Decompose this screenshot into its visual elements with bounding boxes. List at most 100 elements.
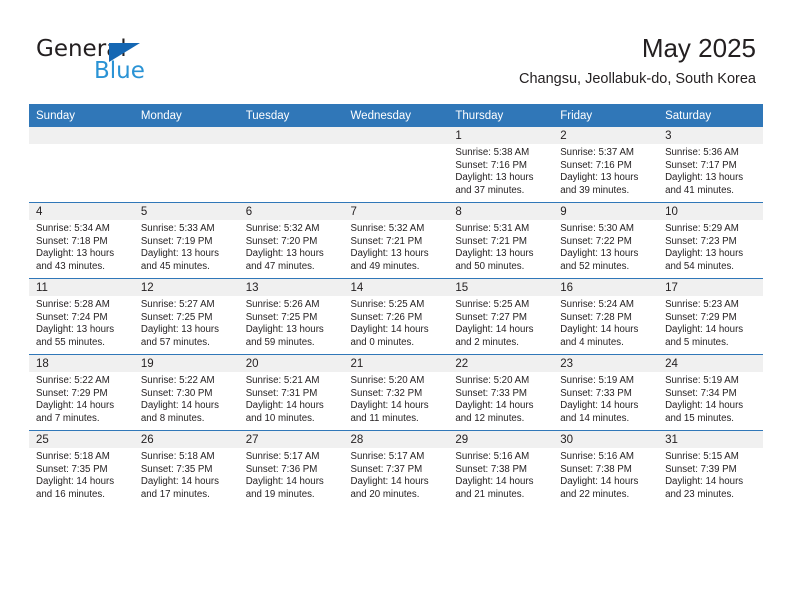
weekday-header-saturday: Saturday — [658, 104, 763, 127]
calendar-day-cell[interactable]: 29 Sunrise: 5:16 AM Sunset: 7:38 PM Dayligh… — [448, 430, 554, 506]
sunrise-time: Sunrise: 5:27 AM — [140, 299, 215, 310]
day-number: 6 — [238, 203, 344, 220]
calendar-day-cell[interactable]: 12 Sunrise: 5:27 AM Sunset: 7:25 PM Dayligh… — [133, 278, 239, 355]
calendar-week-row: 1 Sunrise: 5:38 AM Sunset: 7:16 PM Daylight… — [29, 127, 763, 203]
sunset-time: Sunset: 7:37 PM — [350, 463, 423, 475]
calendar-day-cell[interactable]: 9 Sunrise: 5:30 AM Sunset: 7:22 PM Daylight… — [553, 202, 659, 279]
calendar-day-cell[interactable]: 30 Sunrise: 5:16 AM Sunset: 7:38 PM Dayligh… — [553, 430, 659, 506]
calendar-day-cell[interactable]: 20 Sunrise: 5:21 AM Sunset: 7:31 PM Dayligh… — [238, 354, 344, 431]
day-number — [133, 127, 239, 144]
calendar-day-cell[interactable]: 26 Sunrise: 5:18 AM Sunset: 7:35 PM Dayligh… — [133, 430, 239, 506]
calendar-cell-empty — [133, 127, 239, 203]
logo-text-blue: Blue — [94, 58, 145, 84]
daylight-duration-line1: Daylight: 14 hours — [455, 476, 534, 488]
day-number — [238, 127, 344, 144]
daylight-duration-line1: Daylight: 14 hours — [140, 476, 219, 488]
day-number: 5 — [133, 203, 239, 220]
calendar-day-cell[interactable]: 21 Sunrise: 5:20 AM Sunset: 7:32 PM Dayligh… — [343, 354, 449, 431]
sunset-time: Sunset: 7:34 PM — [665, 387, 737, 399]
day-number: 15 — [448, 279, 554, 296]
day-details: Sunrise: 5:30 AM Sunset: 7:22 PM Daylight:… — [553, 220, 658, 273]
sunrise-time: Sunrise: 5:28 AM — [36, 299, 110, 310]
title-block: May 2025 Changsu, Jeollabuk-do, South Ko… — [519, 32, 756, 88]
calendar-day-cell[interactable]: 15 Sunrise: 5:25 AM Sunset: 7:27 PM Dayligh… — [448, 278, 554, 355]
day-number — [29, 127, 134, 144]
day-number: 23 — [553, 355, 659, 372]
calendar-day-cell[interactable]: 7 Sunrise: 5:32 AM Sunset: 7:21 PM Daylight… — [343, 202, 449, 279]
day-details: Sunrise: 5:32 AM Sunset: 7:21 PM Daylight:… — [344, 220, 449, 273]
day-details: Sunrise: 5:37 AM Sunset: 7:16 PM Daylight:… — [553, 144, 658, 197]
daylight-duration-line2: and 23 minutes. — [665, 488, 734, 500]
sunrise-time: Sunrise: 5:31 AM — [455, 223, 530, 234]
day-number: 27 — [238, 431, 344, 448]
calendar-day-cell[interactable]: 22 Sunrise: 5:20 AM Sunset: 7:33 PM Dayligh… — [448, 354, 554, 431]
sunrise-time: Sunrise: 5:34 AM — [36, 223, 110, 234]
calendar-week-row: 18 Sunrise: 5:22 AM Sunset: 7:29 PM Dayligh… — [29, 354, 763, 431]
calendar-day-cell[interactable]: 1 Sunrise: 5:38 AM Sunset: 7:16 PM Daylight… — [448, 127, 554, 203]
weekday-header-row: Sunday Monday Tuesday Wednesday Thursday… — [29, 104, 763, 127]
calendar-day-cell[interactable]: 4 Sunrise: 5:34 AM Sunset: 7:18 PM Daylight… — [29, 202, 134, 279]
daylight-duration-line1: Daylight: 14 hours — [560, 324, 639, 336]
calendar-page: General Blue May 2025 Changsu, Jeollabuk… — [0, 0, 792, 612]
daylight-duration-line2: and 52 minutes. — [560, 260, 630, 272]
general-blue-logo[interactable]: General Blue — [36, 36, 216, 88]
daylight-duration-line1: Daylight: 13 hours — [245, 324, 324, 336]
daylight-duration-line1: Daylight: 13 hours — [140, 248, 219, 260]
calendar-day-cell[interactable]: 13 Sunrise: 5:26 AM Sunset: 7:25 PM Dayligh… — [238, 278, 344, 355]
calendar-day-cell[interactable]: 14 Sunrise: 5:25 AM Sunset: 7:26 PM Dayligh… — [343, 278, 449, 355]
calendar-day-cell[interactable]: 24 Sunrise: 5:19 AM Sunset: 7:34 PM Dayligh… — [658, 354, 763, 431]
day-number: 24 — [658, 355, 763, 372]
calendar-day-cell[interactable]: 3 Sunrise: 5:36 AM Sunset: 7:17 PM Daylight… — [658, 127, 763, 203]
daylight-duration-line1: Daylight: 13 hours — [455, 248, 534, 260]
day-number: 16 — [553, 279, 659, 296]
daylight-duration-line1: Daylight: 13 hours — [350, 248, 429, 260]
daylight-duration-line1: Daylight: 13 hours — [560, 172, 639, 184]
daylight-duration-line1: Daylight: 14 hours — [350, 400, 429, 412]
day-number: 14 — [343, 279, 449, 296]
sunset-time: Sunset: 7:20 PM — [245, 235, 318, 247]
calendar-day-cell[interactable]: 11 Sunrise: 5:28 AM Sunset: 7:24 PM Dayligh… — [29, 278, 134, 355]
calendar-day-cell[interactable]: 27 Sunrise: 5:17 AM Sunset: 7:36 PM Dayligh… — [238, 430, 344, 506]
sunrise-time: Sunrise: 5:38 AM — [455, 147, 530, 158]
calendar-day-cell[interactable]: 5 Sunrise: 5:33 AM Sunset: 7:19 PM Daylight… — [133, 202, 239, 279]
sunset-time: Sunset: 7:29 PM — [665, 311, 737, 323]
sunrise-time: Sunrise: 5:32 AM — [245, 223, 320, 234]
calendar-day-cell[interactable]: 19 Sunrise: 5:22 AM Sunset: 7:30 PM Dayligh… — [133, 354, 239, 431]
day-number: 19 — [133, 355, 239, 372]
day-number: 1 — [448, 127, 554, 144]
calendar-day-cell[interactable]: 2 Sunrise: 5:37 AM Sunset: 7:16 PM Daylight… — [553, 127, 659, 203]
calendar-day-cell[interactable]: 25 Sunrise: 5:18 AM Sunset: 7:35 PM Dayligh… — [29, 430, 134, 506]
day-details: Sunrise: 5:26 AM Sunset: 7:25 PM Daylight:… — [239, 296, 344, 349]
daylight-duration-line2: and 12 minutes. — [455, 412, 525, 424]
sunrise-time: Sunrise: 5:33 AM — [140, 223, 215, 234]
day-details: Sunrise: 5:32 AM Sunset: 7:20 PM Daylight:… — [239, 220, 344, 273]
day-details: Sunrise: 5:33 AM Sunset: 7:19 PM Daylight:… — [134, 220, 239, 273]
daylight-duration-line2: and 50 minutes. — [455, 260, 525, 272]
calendar-day-cell[interactable]: 28 Sunrise: 5:17 AM Sunset: 7:37 PM Dayligh… — [343, 430, 449, 506]
sunrise-time: Sunrise: 5:22 AM — [36, 375, 110, 386]
calendar-day-cell[interactable]: 31 Sunrise: 5:15 AM Sunset: 7:39 PM Dayligh… — [658, 430, 763, 506]
calendar-day-cell[interactable]: 17 Sunrise: 5:23 AM Sunset: 7:29 PM Dayligh… — [658, 278, 763, 355]
sunrise-time: Sunrise: 5:24 AM — [560, 299, 634, 310]
sunset-time: Sunset: 7:30 PM — [140, 387, 213, 399]
daylight-duration-line2: and 15 minutes. — [665, 412, 734, 424]
sunrise-time: Sunrise: 5:15 AM — [665, 451, 739, 462]
day-details: Sunrise: 5:16 AM Sunset: 7:38 PM Daylight:… — [553, 448, 658, 501]
calendar-day-cell[interactable]: 18 Sunrise: 5:22 AM Sunset: 7:29 PM Dayligh… — [29, 354, 134, 431]
daylight-duration-line2: and 8 minutes. — [140, 412, 205, 424]
daylight-duration-line1: Daylight: 13 hours — [455, 172, 534, 184]
day-details: Sunrise: 5:18 AM Sunset: 7:35 PM Daylight:… — [29, 448, 134, 501]
calendar-day-cell[interactable]: 16 Sunrise: 5:24 AM Sunset: 7:28 PM Dayligh… — [553, 278, 659, 355]
day-number: 8 — [448, 203, 554, 220]
sunset-time: Sunset: 7:21 PM — [350, 235, 423, 247]
sunrise-time: Sunrise: 5:22 AM — [140, 375, 215, 386]
day-details: Sunrise: 5:38 AM Sunset: 7:16 PM Daylight:… — [448, 144, 553, 197]
day-number: 18 — [29, 355, 134, 372]
calendar-day-cell[interactable]: 23 Sunrise: 5:19 AM Sunset: 7:33 PM Dayligh… — [553, 354, 659, 431]
calendar-day-cell[interactable]: 6 Sunrise: 5:32 AM Sunset: 7:20 PM Daylight… — [238, 202, 344, 279]
sunrise-time: Sunrise: 5:18 AM — [140, 451, 215, 462]
calendar-day-cell[interactable]: 10 Sunrise: 5:29 AM Sunset: 7:23 PM Dayligh… — [658, 202, 763, 279]
sunrise-time: Sunrise: 5:29 AM — [665, 223, 739, 234]
calendar-day-cell[interactable]: 8 Sunrise: 5:31 AM Sunset: 7:21 PM Daylight… — [448, 202, 554, 279]
daylight-duration-line2: and 39 minutes. — [560, 184, 630, 196]
